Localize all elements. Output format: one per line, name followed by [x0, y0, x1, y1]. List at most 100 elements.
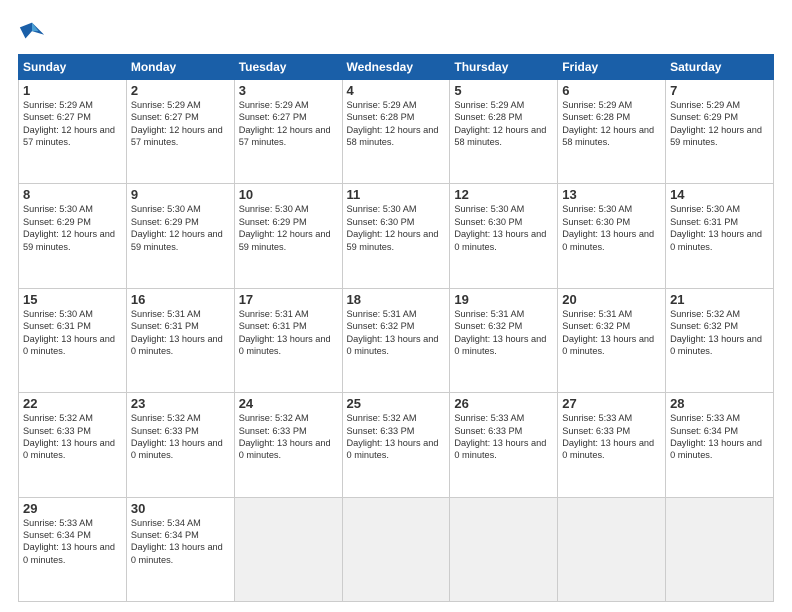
day-number: 19 — [454, 292, 553, 307]
day-header-friday: Friday — [558, 55, 666, 80]
day-info: Sunrise: 5:31 AMSunset: 6:32 PMDaylight:… — [562, 308, 661, 358]
day-number: 9 — [131, 187, 230, 202]
day-number: 21 — [670, 292, 769, 307]
day-info: Sunrise: 5:29 AMSunset: 6:28 PMDaylight:… — [562, 99, 661, 149]
calendar-cell: 8 Sunrise: 5:30 AMSunset: 6:29 PMDayligh… — [19, 184, 127, 288]
day-number: 23 — [131, 396, 230, 411]
day-info: Sunrise: 5:29 AMSunset: 6:28 PMDaylight:… — [454, 99, 553, 149]
logo-icon — [18, 18, 46, 46]
day-number: 18 — [347, 292, 446, 307]
day-info: Sunrise: 5:30 AMSunset: 6:29 PMDaylight:… — [239, 203, 338, 253]
day-number: 28 — [670, 396, 769, 411]
calendar-cell — [666, 497, 774, 601]
day-info: Sunrise: 5:30 AMSunset: 6:31 PMDaylight:… — [23, 308, 122, 358]
logo — [18, 18, 50, 46]
calendar-cell: 30 Sunrise: 5:34 AMSunset: 6:34 PMDaylig… — [126, 497, 234, 601]
day-number: 2 — [131, 83, 230, 98]
calendar-cell: 18 Sunrise: 5:31 AMSunset: 6:32 PMDaylig… — [342, 288, 450, 392]
calendar-cell: 19 Sunrise: 5:31 AMSunset: 6:32 PMDaylig… — [450, 288, 558, 392]
day-number: 22 — [23, 396, 122, 411]
calendar-cell: 3 Sunrise: 5:29 AMSunset: 6:27 PMDayligh… — [234, 80, 342, 184]
day-number: 20 — [562, 292, 661, 307]
day-number: 24 — [239, 396, 338, 411]
calendar-cell: 26 Sunrise: 5:33 AMSunset: 6:33 PMDaylig… — [450, 393, 558, 497]
day-number: 6 — [562, 83, 661, 98]
day-number: 8 — [23, 187, 122, 202]
day-header-wednesday: Wednesday — [342, 55, 450, 80]
day-number: 29 — [23, 501, 122, 516]
day-number: 3 — [239, 83, 338, 98]
calendar-week-4: 29 Sunrise: 5:33 AMSunset: 6:34 PMDaylig… — [19, 497, 774, 601]
calendar-cell — [558, 497, 666, 601]
day-number: 26 — [454, 396, 553, 411]
day-info: Sunrise: 5:33 AMSunset: 6:33 PMDaylight:… — [562, 412, 661, 462]
day-number: 7 — [670, 83, 769, 98]
calendar-cell: 17 Sunrise: 5:31 AMSunset: 6:31 PMDaylig… — [234, 288, 342, 392]
calendar-cell: 25 Sunrise: 5:32 AMSunset: 6:33 PMDaylig… — [342, 393, 450, 497]
calendar-week-1: 8 Sunrise: 5:30 AMSunset: 6:29 PMDayligh… — [19, 184, 774, 288]
day-number: 11 — [347, 187, 446, 202]
calendar-cell: 5 Sunrise: 5:29 AMSunset: 6:28 PMDayligh… — [450, 80, 558, 184]
day-number: 4 — [347, 83, 446, 98]
day-header-monday: Monday — [126, 55, 234, 80]
calendar-cell: 29 Sunrise: 5:33 AMSunset: 6:34 PMDaylig… — [19, 497, 127, 601]
day-number: 16 — [131, 292, 230, 307]
day-number: 15 — [23, 292, 122, 307]
day-info: Sunrise: 5:31 AMSunset: 6:31 PMDaylight:… — [131, 308, 230, 358]
calendar-cell — [342, 497, 450, 601]
calendar-cell: 28 Sunrise: 5:33 AMSunset: 6:34 PMDaylig… — [666, 393, 774, 497]
calendar-header-row: SundayMondayTuesdayWednesdayThursdayFrid… — [19, 55, 774, 80]
day-info: Sunrise: 5:30 AMSunset: 6:30 PMDaylight:… — [562, 203, 661, 253]
day-info: Sunrise: 5:29 AMSunset: 6:28 PMDaylight:… — [347, 99, 446, 149]
day-header-tuesday: Tuesday — [234, 55, 342, 80]
calendar-cell: 4 Sunrise: 5:29 AMSunset: 6:28 PMDayligh… — [342, 80, 450, 184]
calendar-cell: 14 Sunrise: 5:30 AMSunset: 6:31 PMDaylig… — [666, 184, 774, 288]
day-info: Sunrise: 5:29 AMSunset: 6:27 PMDaylight:… — [131, 99, 230, 149]
calendar-cell: 16 Sunrise: 5:31 AMSunset: 6:31 PMDaylig… — [126, 288, 234, 392]
day-number: 30 — [131, 501, 230, 516]
day-info: Sunrise: 5:33 AMSunset: 6:33 PMDaylight:… — [454, 412, 553, 462]
day-info: Sunrise: 5:33 AMSunset: 6:34 PMDaylight:… — [23, 517, 122, 567]
calendar-cell: 11 Sunrise: 5:30 AMSunset: 6:30 PMDaylig… — [342, 184, 450, 288]
day-number: 12 — [454, 187, 553, 202]
day-info: Sunrise: 5:29 AMSunset: 6:27 PMDaylight:… — [23, 99, 122, 149]
day-header-sunday: Sunday — [19, 55, 127, 80]
day-info: Sunrise: 5:32 AMSunset: 6:32 PMDaylight:… — [670, 308, 769, 358]
calendar-cell: 6 Sunrise: 5:29 AMSunset: 6:28 PMDayligh… — [558, 80, 666, 184]
day-number: 27 — [562, 396, 661, 411]
day-number: 13 — [562, 187, 661, 202]
day-number: 17 — [239, 292, 338, 307]
calendar-week-2: 15 Sunrise: 5:30 AMSunset: 6:31 PMDaylig… — [19, 288, 774, 392]
day-info: Sunrise: 5:30 AMSunset: 6:30 PMDaylight:… — [454, 203, 553, 253]
day-info: Sunrise: 5:29 AMSunset: 6:27 PMDaylight:… — [239, 99, 338, 149]
calendar-cell: 15 Sunrise: 5:30 AMSunset: 6:31 PMDaylig… — [19, 288, 127, 392]
calendar-table: SundayMondayTuesdayWednesdayThursdayFrid… — [18, 54, 774, 602]
day-number: 14 — [670, 187, 769, 202]
calendar-cell: 21 Sunrise: 5:32 AMSunset: 6:32 PMDaylig… — [666, 288, 774, 392]
page: SundayMondayTuesdayWednesdayThursdayFrid… — [0, 0, 792, 612]
calendar-cell: 20 Sunrise: 5:31 AMSunset: 6:32 PMDaylig… — [558, 288, 666, 392]
calendar-week-0: 1 Sunrise: 5:29 AMSunset: 6:27 PMDayligh… — [19, 80, 774, 184]
calendar-cell: 22 Sunrise: 5:32 AMSunset: 6:33 PMDaylig… — [19, 393, 127, 497]
day-number: 5 — [454, 83, 553, 98]
day-info: Sunrise: 5:32 AMSunset: 6:33 PMDaylight:… — [347, 412, 446, 462]
calendar-cell: 12 Sunrise: 5:30 AMSunset: 6:30 PMDaylig… — [450, 184, 558, 288]
calendar-cell: 7 Sunrise: 5:29 AMSunset: 6:29 PMDayligh… — [666, 80, 774, 184]
calendar-cell: 10 Sunrise: 5:30 AMSunset: 6:29 PMDaylig… — [234, 184, 342, 288]
calendar-cell: 24 Sunrise: 5:32 AMSunset: 6:33 PMDaylig… — [234, 393, 342, 497]
day-header-thursday: Thursday — [450, 55, 558, 80]
day-info: Sunrise: 5:31 AMSunset: 6:31 PMDaylight:… — [239, 308, 338, 358]
calendar-cell — [450, 497, 558, 601]
day-info: Sunrise: 5:32 AMSunset: 6:33 PMDaylight:… — [239, 412, 338, 462]
day-info: Sunrise: 5:31 AMSunset: 6:32 PMDaylight:… — [347, 308, 446, 358]
day-number: 25 — [347, 396, 446, 411]
calendar-cell: 1 Sunrise: 5:29 AMSunset: 6:27 PMDayligh… — [19, 80, 127, 184]
day-number: 10 — [239, 187, 338, 202]
day-info: Sunrise: 5:29 AMSunset: 6:29 PMDaylight:… — [670, 99, 769, 149]
day-info: Sunrise: 5:32 AMSunset: 6:33 PMDaylight:… — [131, 412, 230, 462]
calendar-cell: 23 Sunrise: 5:32 AMSunset: 6:33 PMDaylig… — [126, 393, 234, 497]
day-info: Sunrise: 5:30 AMSunset: 6:29 PMDaylight:… — [23, 203, 122, 253]
calendar-cell: 2 Sunrise: 5:29 AMSunset: 6:27 PMDayligh… — [126, 80, 234, 184]
day-info: Sunrise: 5:32 AMSunset: 6:33 PMDaylight:… — [23, 412, 122, 462]
calendar-cell: 13 Sunrise: 5:30 AMSunset: 6:30 PMDaylig… — [558, 184, 666, 288]
